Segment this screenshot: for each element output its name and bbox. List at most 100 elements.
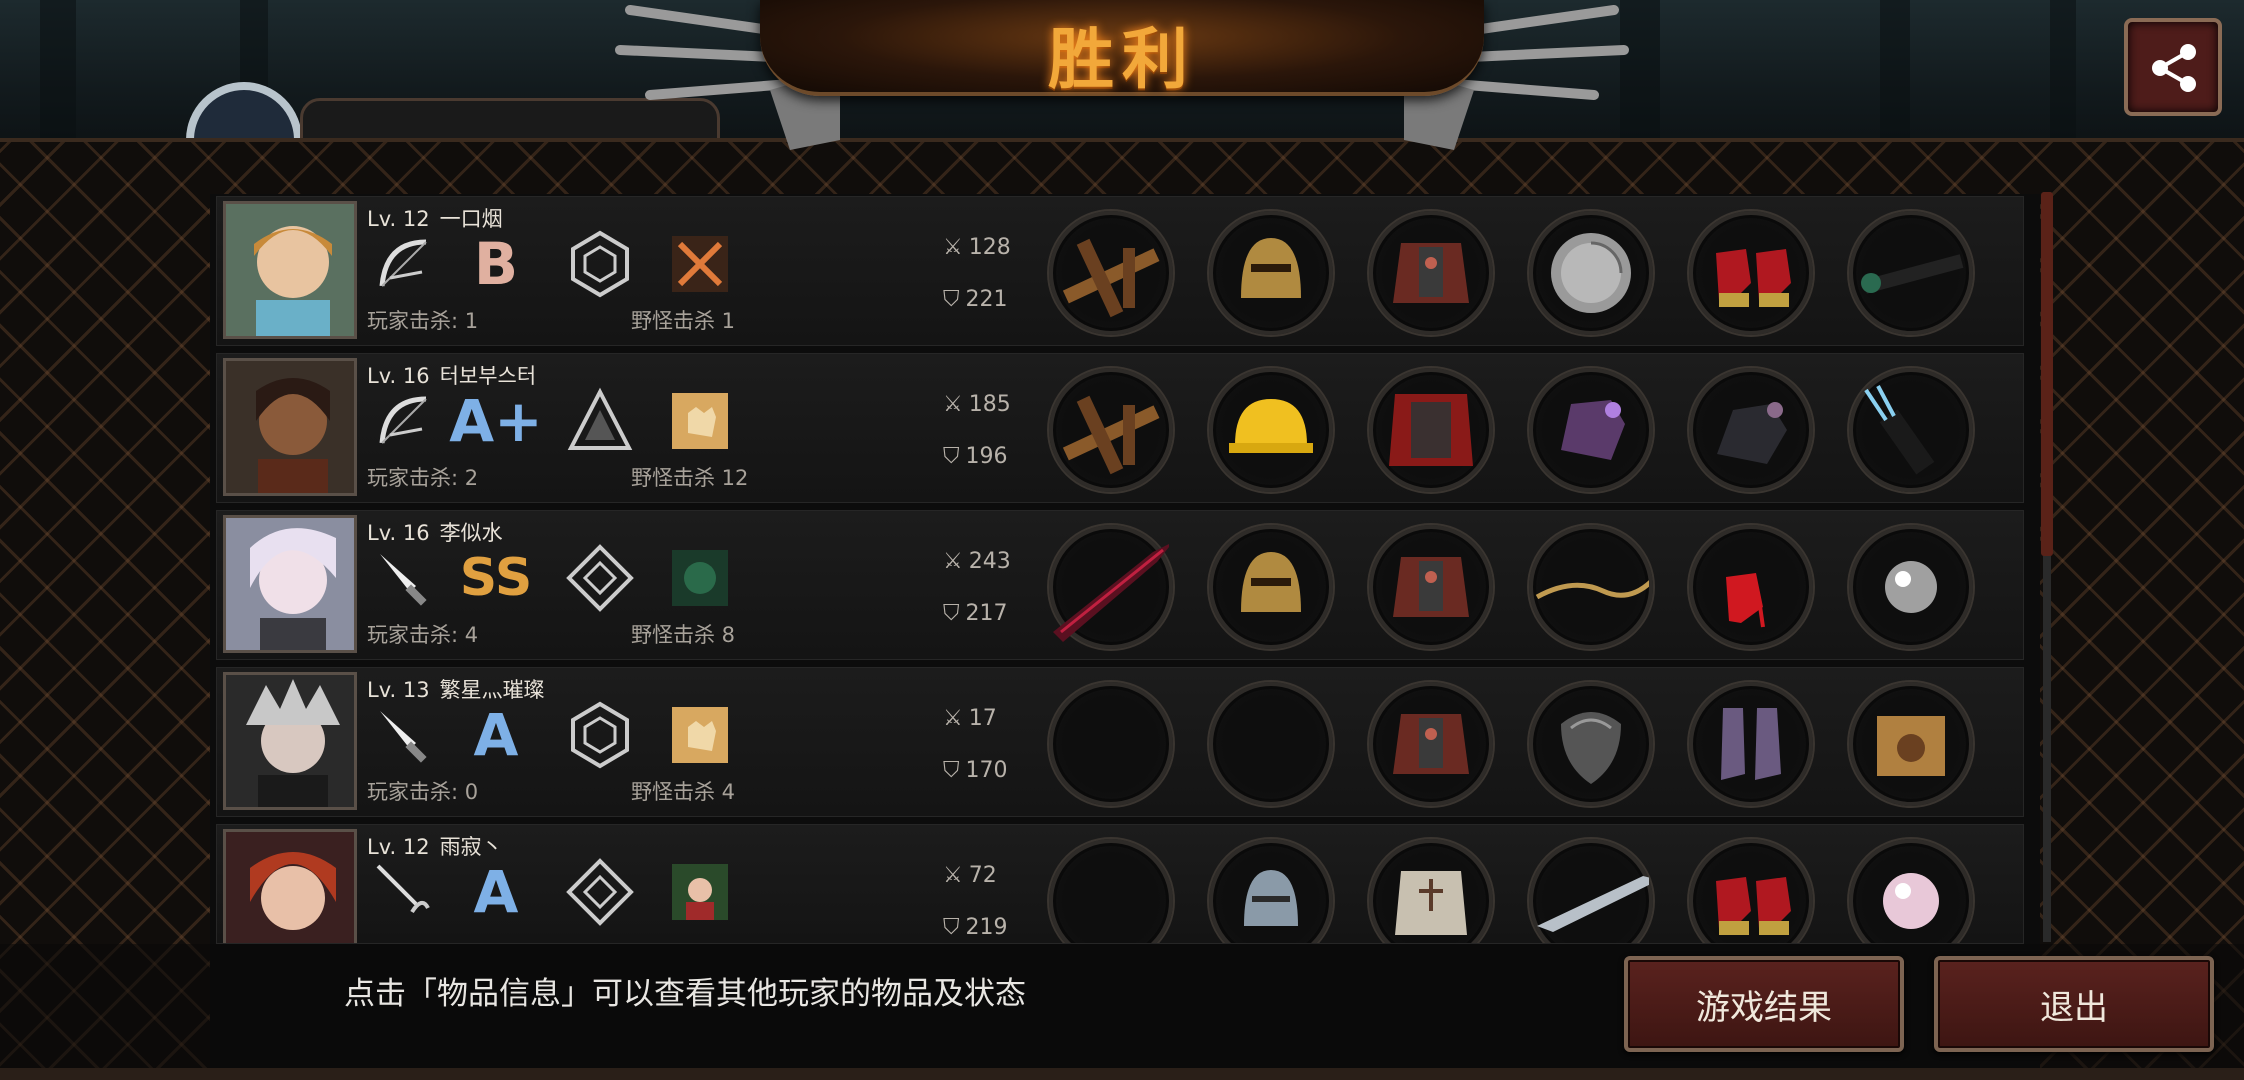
player-row[interactable]: Lv. 12 雨寂丶 A ⚔ 72 ⛉ 219 <box>216 824 2024 944</box>
victory-title: 胜利 <box>1048 21 1196 98</box>
shield-icon: ⛉ <box>943 915 960 940</box>
player-kills: 玩家击杀: 0 <box>367 780 479 804</box>
monster-kills: 野怪击杀 1 <box>631 309 736 333</box>
grade-badge: SS <box>459 548 533 608</box>
purple-gauntlet-icon[interactable] <box>1529 368 1653 492</box>
triangle-emblem-icon <box>563 384 637 458</box>
empty-slot[interactable] <box>1049 839 1173 943</box>
crossed-swords-skill-icon <box>663 227 737 301</box>
red-heels-icon[interactable] <box>1689 211 1813 335</box>
player-row[interactable]: Lv. 12 一口烟 B 玩家击杀: 1 野怪击杀 1 ⚔ 128 ⛉ 221 <box>216 196 2024 346</box>
steel-helmet-icon[interactable] <box>1209 839 1333 943</box>
player-avatar <box>223 829 357 943</box>
defense-value: 170 <box>965 758 1008 783</box>
hand-skill-icon <box>663 698 737 772</box>
player-avatar <box>223 358 357 496</box>
crossbow-icon[interactable] <box>1049 368 1173 492</box>
player-avatar <box>223 672 357 810</box>
gold-knight-helmet-icon[interactable] <box>1209 525 1333 649</box>
hard-hat-icon[interactable] <box>1209 368 1333 492</box>
knife-icon <box>367 698 441 772</box>
steel-shield-icon[interactable] <box>1529 682 1653 806</box>
silver-disc-icon[interactable] <box>1529 211 1653 335</box>
defense-value: 221 <box>965 287 1008 312</box>
attack-value: 72 <box>968 863 997 888</box>
attack-icon: ⚔ <box>943 235 963 260</box>
player-avatar <box>223 201 357 339</box>
red-plate-armor-icon[interactable] <box>1369 525 1493 649</box>
share-icon <box>2152 44 2196 92</box>
attack-icon: ⚔ <box>943 392 963 417</box>
defense-stat: ⛉ 221 <box>943 287 1008 312</box>
victory-banner: 胜利 <box>760 0 1484 98</box>
red-plate-armor-icon[interactable] <box>1369 211 1493 335</box>
grade-badge: A <box>473 701 519 769</box>
gold-knight-helmet-icon[interactable] <box>1209 211 1333 335</box>
player-row[interactable]: Lv. 16 李似水 SS 玩家击杀: 4 野怪击杀 8 ⚔ 243 ⛉ 217 <box>216 510 2024 660</box>
attack-stat: ⚔ 72 <box>943 863 997 888</box>
monster-kills: 野怪击杀 4 <box>631 780 736 804</box>
bow-icon <box>367 227 441 301</box>
exit-button[interactable]: 退出 <box>1934 956 2214 1052</box>
attack-icon: ⚔ <box>943 549 963 574</box>
attack-stat: ⚔ 17 <box>943 706 997 731</box>
item-info-tip: 点击「物品信息」可以查看其他玩家的物品及状态 <box>344 976 1026 1012</box>
crimson-blade-icon[interactable] <box>1049 525 1173 649</box>
bottom-border <box>0 1068 2244 1080</box>
share-button[interactable] <box>2124 18 2222 116</box>
player-avatar <box>223 515 357 653</box>
player-kills: 玩家击杀: 2 <box>367 466 479 490</box>
player-row[interactable]: Lv. 13 繁星灬璀璨 A 玩家击杀: 0 野怪击杀 4 ⚔ 17 ⛉ 170 <box>216 667 2024 817</box>
attack-icon: ⚔ <box>943 863 963 888</box>
empty-slot[interactable] <box>1049 682 1173 806</box>
attack-stat: ⚔ 243 <box>943 549 1011 574</box>
white-plate-armor-icon[interactable] <box>1369 839 1493 943</box>
grade-badge: A <box>473 858 519 926</box>
shield-icon: ⛉ <box>943 444 960 469</box>
shield-icon: ⛉ <box>943 287 960 312</box>
feather-blade-icon[interactable] <box>1529 839 1653 943</box>
golden-vine-icon[interactable] <box>1529 525 1653 649</box>
monster-kills: 野怪击杀 8 <box>631 623 736 647</box>
red-heels-icon[interactable] <box>1689 839 1813 943</box>
girl-portrait-skill-icon <box>663 855 737 929</box>
diamond-emblem-icon <box>563 541 637 615</box>
game-result-button[interactable]: 游戏结果 <box>1624 956 1904 1052</box>
empty-slot[interactable] <box>1209 682 1333 806</box>
cat-box-icon[interactable] <box>1849 682 1973 806</box>
player-kills: 玩家击杀: 4 <box>367 623 479 647</box>
defense-value: 217 <box>965 601 1008 626</box>
hexagon-emblem-icon <box>563 227 637 301</box>
bottom-bar <box>0 944 2244 1080</box>
purple-boots-icon[interactable] <box>1689 682 1813 806</box>
dark-gauntlet-icon[interactable] <box>1689 368 1813 492</box>
attack-value: 243 <box>968 549 1011 574</box>
defense-stat: ⛉ 170 <box>943 758 1008 783</box>
defense-stat: ⛉ 217 <box>943 601 1008 626</box>
defense-stat: ⛉ 196 <box>943 444 1008 469</box>
red-cape-armor-icon[interactable] <box>1369 368 1493 492</box>
attack-stat: ⚔ 185 <box>943 392 1011 417</box>
attack-value: 185 <box>968 392 1011 417</box>
red-heels-icon[interactable] <box>1689 525 1813 649</box>
crossbow-icon[interactable] <box>1049 211 1173 335</box>
attack-value: 128 <box>968 235 1011 260</box>
forest-skill-icon <box>663 541 737 615</box>
monster-kills: 野怪击杀 12 <box>631 466 749 490</box>
pearl-icon[interactable] <box>1849 839 1973 943</box>
player-row[interactable]: Lv. 16 터보부스터 A+ 玩家击杀: 2 野怪击杀 12 ⚔ 185 ⛉ 196 <box>216 353 2024 503</box>
player-kills: 玩家击杀: 1 <box>367 309 479 333</box>
shield-icon: ⛉ <box>943 758 960 783</box>
hexagon-emblem-icon <box>563 698 637 772</box>
quiver-icon[interactable] <box>1849 368 1973 492</box>
scope-icon[interactable] <box>1849 211 1973 335</box>
knife-icon <box>367 541 441 615</box>
hand-skill-icon <box>663 384 737 458</box>
attack-icon: ⚔ <box>943 706 963 731</box>
diamond-emblem-icon <box>563 855 637 929</box>
red-plate-armor-icon[interactable] <box>1369 682 1493 806</box>
defense-value: 219 <box>965 915 1008 940</box>
shield-icon: ⛉ <box>943 601 960 626</box>
scrollbar-thumb[interactable] <box>2041 192 2053 556</box>
silver-orb-icon[interactable] <box>1849 525 1973 649</box>
